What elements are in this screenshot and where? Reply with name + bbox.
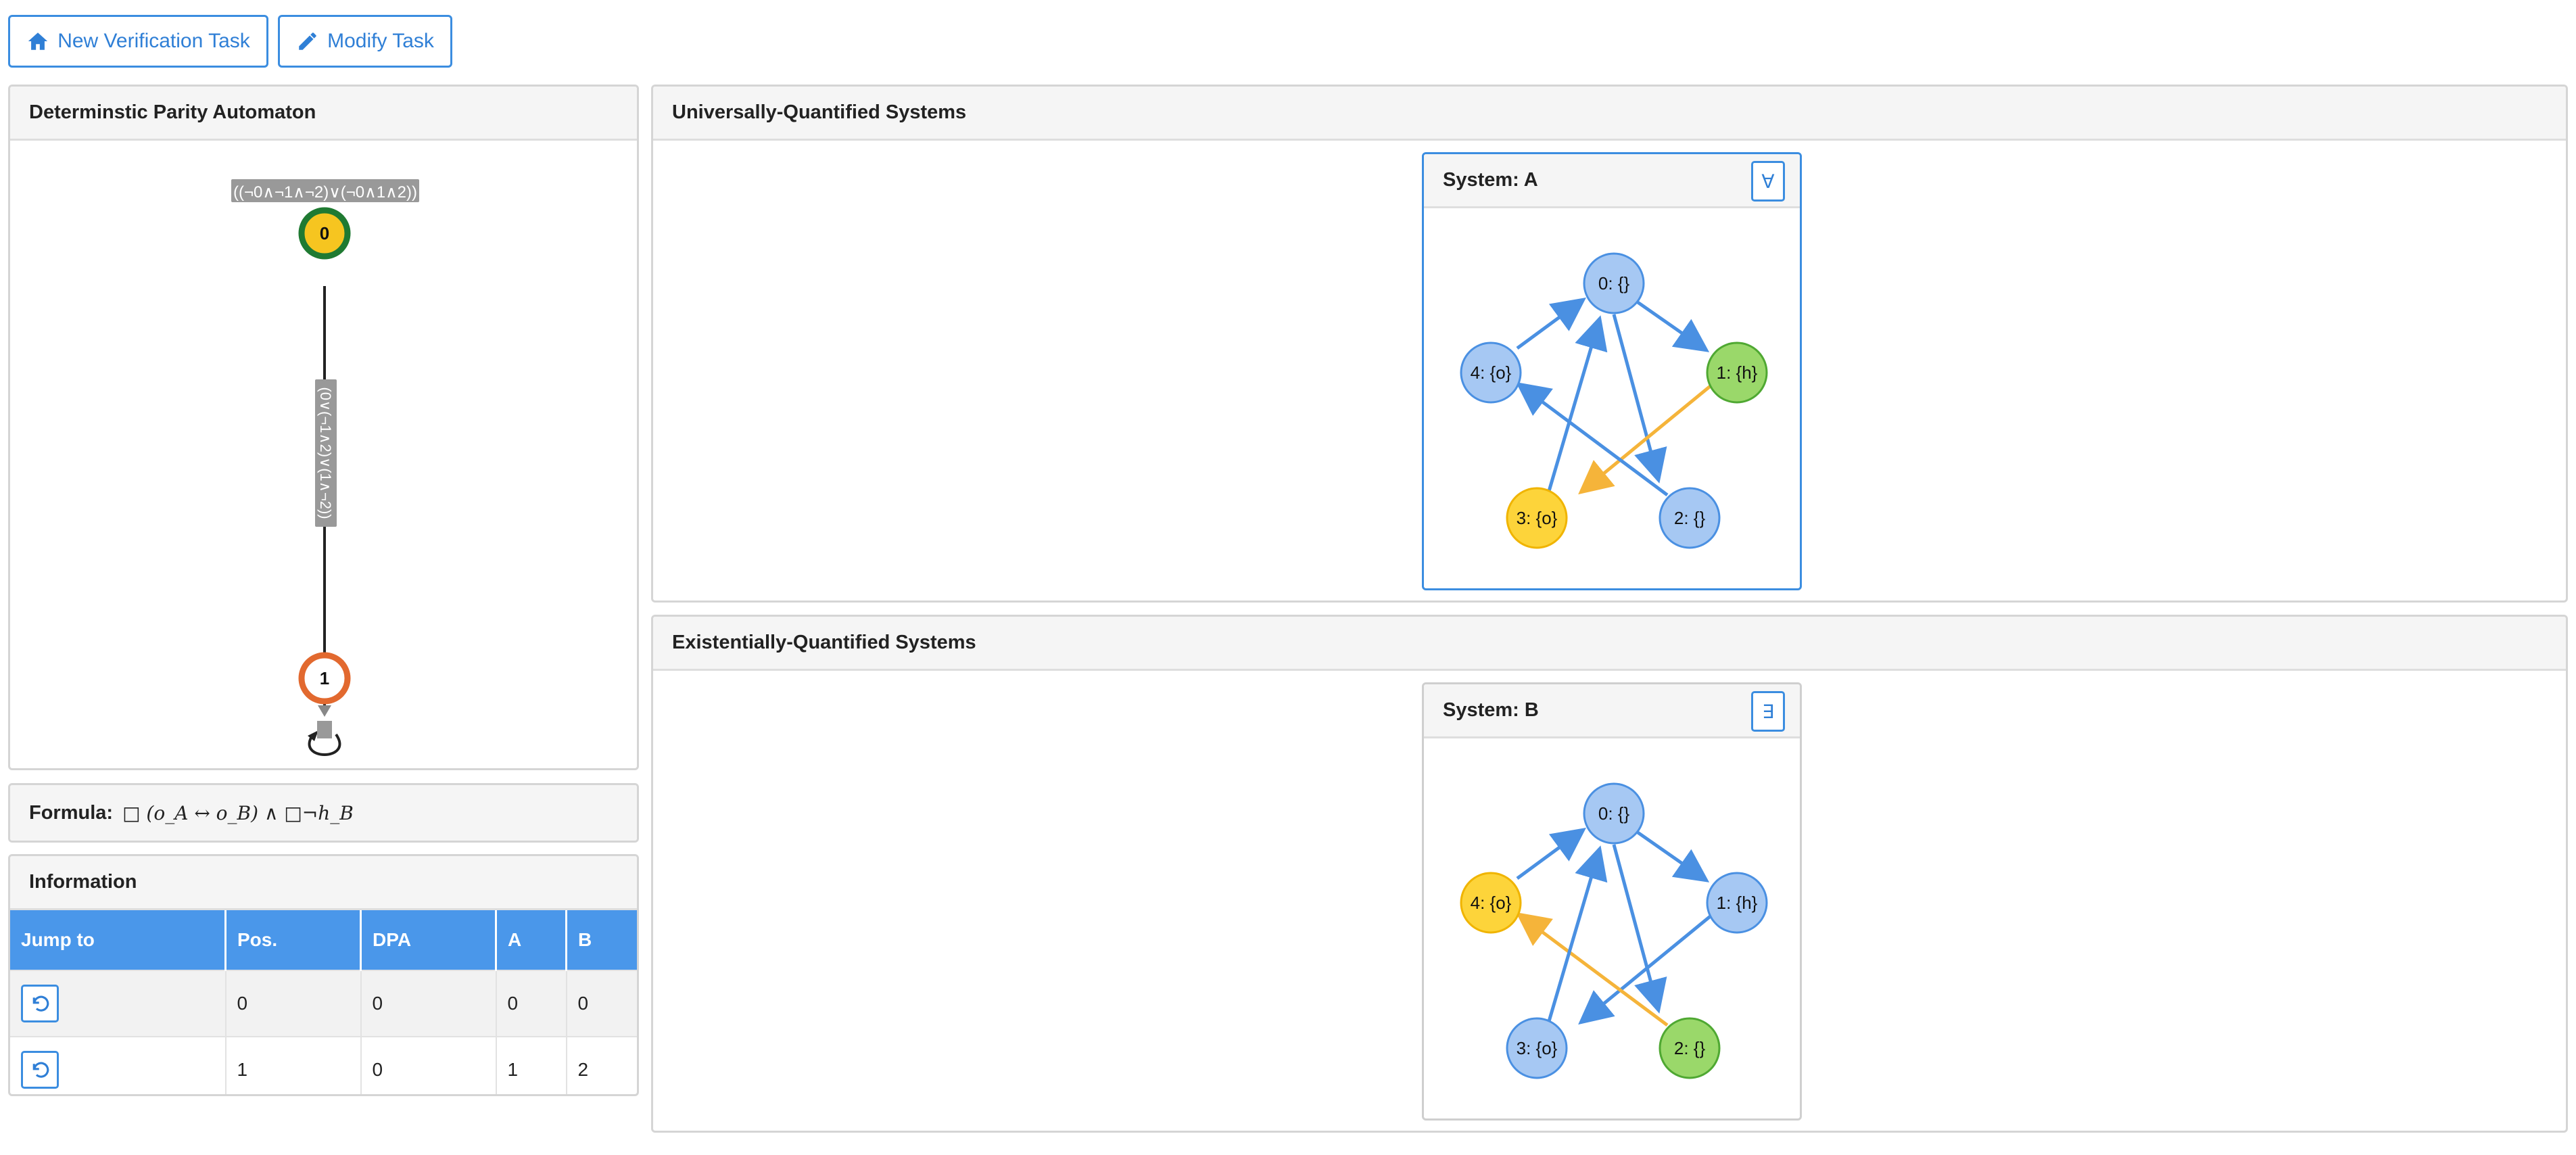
node-2[interactable]: 2: {} (1659, 1017, 1721, 1079)
node-1[interactable]: 1: {h} (1706, 872, 1768, 934)
system-b-graph[interactable]: 0: {} 1: {h} 2: {} 3: {o} 4: {o} (1424, 738, 1800, 1117)
universal-systems-panel: Universally-Quantified Systems System: A… (651, 85, 2568, 603)
node-4[interactable]: 4: {o} (1460, 872, 1522, 934)
pencil-icon (299, 32, 316, 50)
system-a-card: System: A ∀ 0: {} 1: {h} 2: {} 3: {o} 4:… (1422, 152, 1802, 590)
jump-to-button[interactable] (21, 985, 59, 1022)
table-row: 0 0 0 0 (10, 970, 637, 1037)
edge-0-1 (1633, 298, 1710, 352)
node-1[interactable]: 1: {h} (1706, 341, 1768, 404)
new-verification-task-button[interactable]: New Verification Task (8, 15, 268, 68)
edge-0-2 (1612, 844, 1667, 1014)
jump-to-button[interactable] (21, 1051, 59, 1089)
edge-3-0 (1546, 845, 1608, 1027)
node-3[interactable]: 3: {o} (1506, 487, 1568, 549)
information-table: Jump to Pos. DPA A B 0 0 0 0 1 0 1 2 (10, 910, 637, 1094)
new-verification-task-label: New Verification Task (57, 30, 250, 52)
col-jump-to: Jump to (10, 910, 226, 970)
cell-pos: 0 (225, 970, 362, 1037)
col-a: A (496, 910, 567, 970)
exists-button[interactable]: ∃ (1751, 691, 1785, 732)
system-b-header: System: B ∃ (1424, 684, 1800, 738)
undo-icon (32, 995, 49, 1012)
dpa-loop-0-label: ((¬0∧¬1∧¬2)∨(¬0∧1∧2)) (233, 183, 417, 202)
svg-text:4: {o}: 4: {o} (1471, 362, 1512, 383)
svg-text:3: {o}: 3: {o} (1517, 1038, 1558, 1058)
edge-4-0 (1516, 828, 1587, 880)
svg-text:3: {o}: 3: {o} (1517, 508, 1558, 528)
universal-systems-title: Universally-Quantified Systems (653, 87, 2566, 141)
existential-systems-panel: Existentially-Quantified Systems System:… (651, 615, 2568, 1133)
dpa-state-1-label: 1 (320, 668, 329, 688)
svg-text:2: {}: 2: {} (1674, 1038, 1706, 1058)
svg-text:0: {}: 0: {} (1598, 273, 1630, 293)
formula-label: Formula: (29, 801, 114, 824)
node-4[interactable]: 4: {o} (1460, 341, 1522, 404)
edge-1-3 (1578, 908, 1721, 1025)
information-panel: Information Jump to Pos. DPA A B 0 0 0 0… (8, 854, 639, 1096)
col-dpa: DPA (360, 910, 497, 970)
dpa-edge-label: (0∨(¬1∧2)∨(1∧¬2)) (317, 387, 334, 519)
cell-a: 1 (496, 1036, 567, 1094)
cell-b: 0 (566, 970, 637, 1037)
formula-text: □ (o_A ↔ o_B) ∧ □¬h_B (122, 801, 354, 824)
node-3[interactable]: 3: {o} (1506, 1017, 1568, 1079)
modify-task-label: Modify Task (327, 30, 434, 52)
cell-b: 2 (566, 1036, 637, 1094)
forall-button[interactable]: ∀ (1751, 161, 1785, 202)
svg-text:2: {}: 2: {} (1674, 508, 1706, 528)
edge-0-1 (1633, 828, 1710, 882)
svg-text:1: {h}: 1: {h} (1717, 362, 1758, 383)
col-b: B (566, 910, 637, 970)
table-row: 1 0 1 2 (10, 1036, 637, 1094)
edge-0-2 (1612, 314, 1667, 484)
cell-dpa: 0 (360, 970, 497, 1037)
dpa-loop-1-label-box (317, 721, 332, 738)
undo-icon (32, 1062, 49, 1078)
existential-systems-title: Existentially-Quantified Systems (653, 617, 2566, 671)
node-2[interactable]: 2: {} (1659, 487, 1721, 549)
cell-pos: 1 (225, 1036, 362, 1094)
node-0[interactable]: 0: {} (1583, 782, 1645, 845)
svg-text:0: {}: 0: {} (1598, 803, 1630, 824)
dpa-edge-arrowhead (318, 705, 331, 717)
col-pos: Pos. (225, 910, 362, 970)
system-a-graph[interactable]: 0: {} 1: {h} 2: {} 3: {o} 4: {o} (1424, 208, 1800, 587)
svg-text:1: {h}: 1: {h} (1717, 893, 1758, 913)
edge-1-3 (1578, 377, 1721, 495)
dpa-state-0-label: 0 (320, 223, 329, 243)
edge-4-0 (1516, 298, 1587, 350)
system-b-card: System: B ∃ 0: {} 1: {h} 2: {} 3: {o} 4:… (1422, 682, 1802, 1121)
system-b-title: System: B (1443, 699, 1539, 721)
modify-task-button[interactable]: Modify Task (278, 15, 452, 68)
dpa-panel-title: Determinstic Parity Automaton (10, 87, 637, 141)
home-icon (28, 32, 48, 50)
cell-a: 0 (496, 970, 567, 1037)
edge-3-0 (1546, 315, 1608, 496)
information-title: Information (10, 856, 637, 910)
node-0[interactable]: 0: {} (1583, 252, 1645, 314)
dpa-panel: Determinstic Parity Automaton ((¬0∧¬1∧¬2… (8, 85, 639, 770)
svg-text:4: {o}: 4: {o} (1471, 893, 1512, 913)
dpa-graph[interactable]: ((¬0∧¬1∧¬2)∨(¬0∧1∧2)) 0 (0∨(¬1∧2)∨(1∧¬2)… (10, 141, 637, 768)
formula-panel: Formula: □ (o_A ↔ o_B) ∧ □¬h_B (8, 783, 639, 843)
formula-row: Formula: □ (o_A ↔ o_B) ∧ □¬h_B (10, 785, 637, 841)
system-a-title: System: A (1443, 169, 1538, 191)
system-a-header: System: A ∀ (1424, 154, 1800, 208)
cell-dpa: 0 (360, 1036, 497, 1094)
